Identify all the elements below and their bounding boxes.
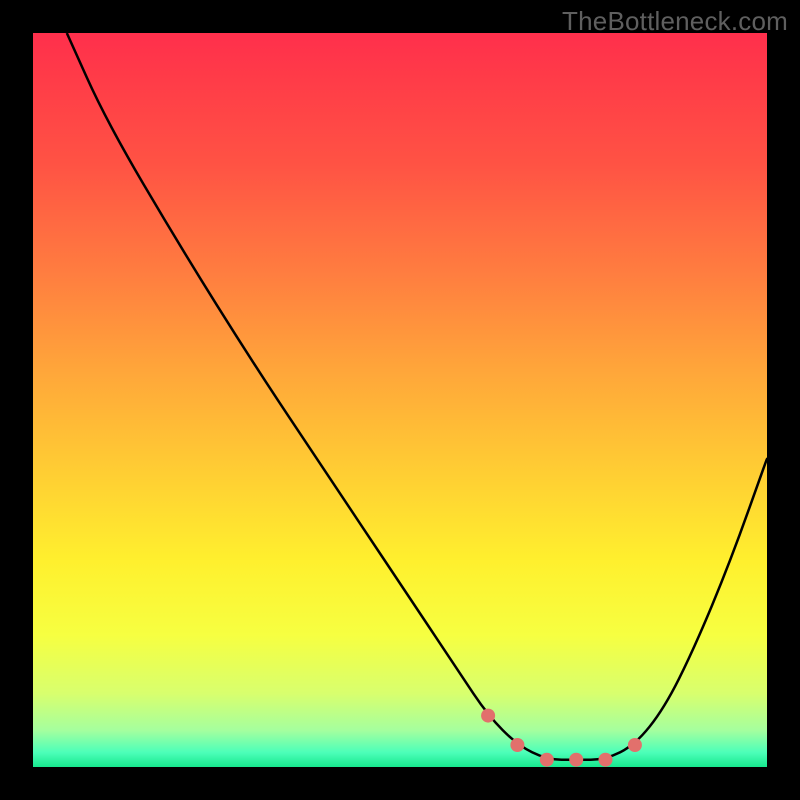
optimal-dot: [599, 753, 613, 767]
optimal-dot: [481, 709, 495, 723]
bottleneck-curve: [33, 33, 767, 767]
chart-plot-area: [33, 33, 767, 767]
curve-line: [67, 33, 767, 760]
optimal-zone-dots: [481, 709, 642, 767]
optimal-dot: [628, 738, 642, 752]
optimal-dot: [540, 753, 554, 767]
optimal-dot: [510, 738, 524, 752]
optimal-dot: [569, 753, 583, 767]
